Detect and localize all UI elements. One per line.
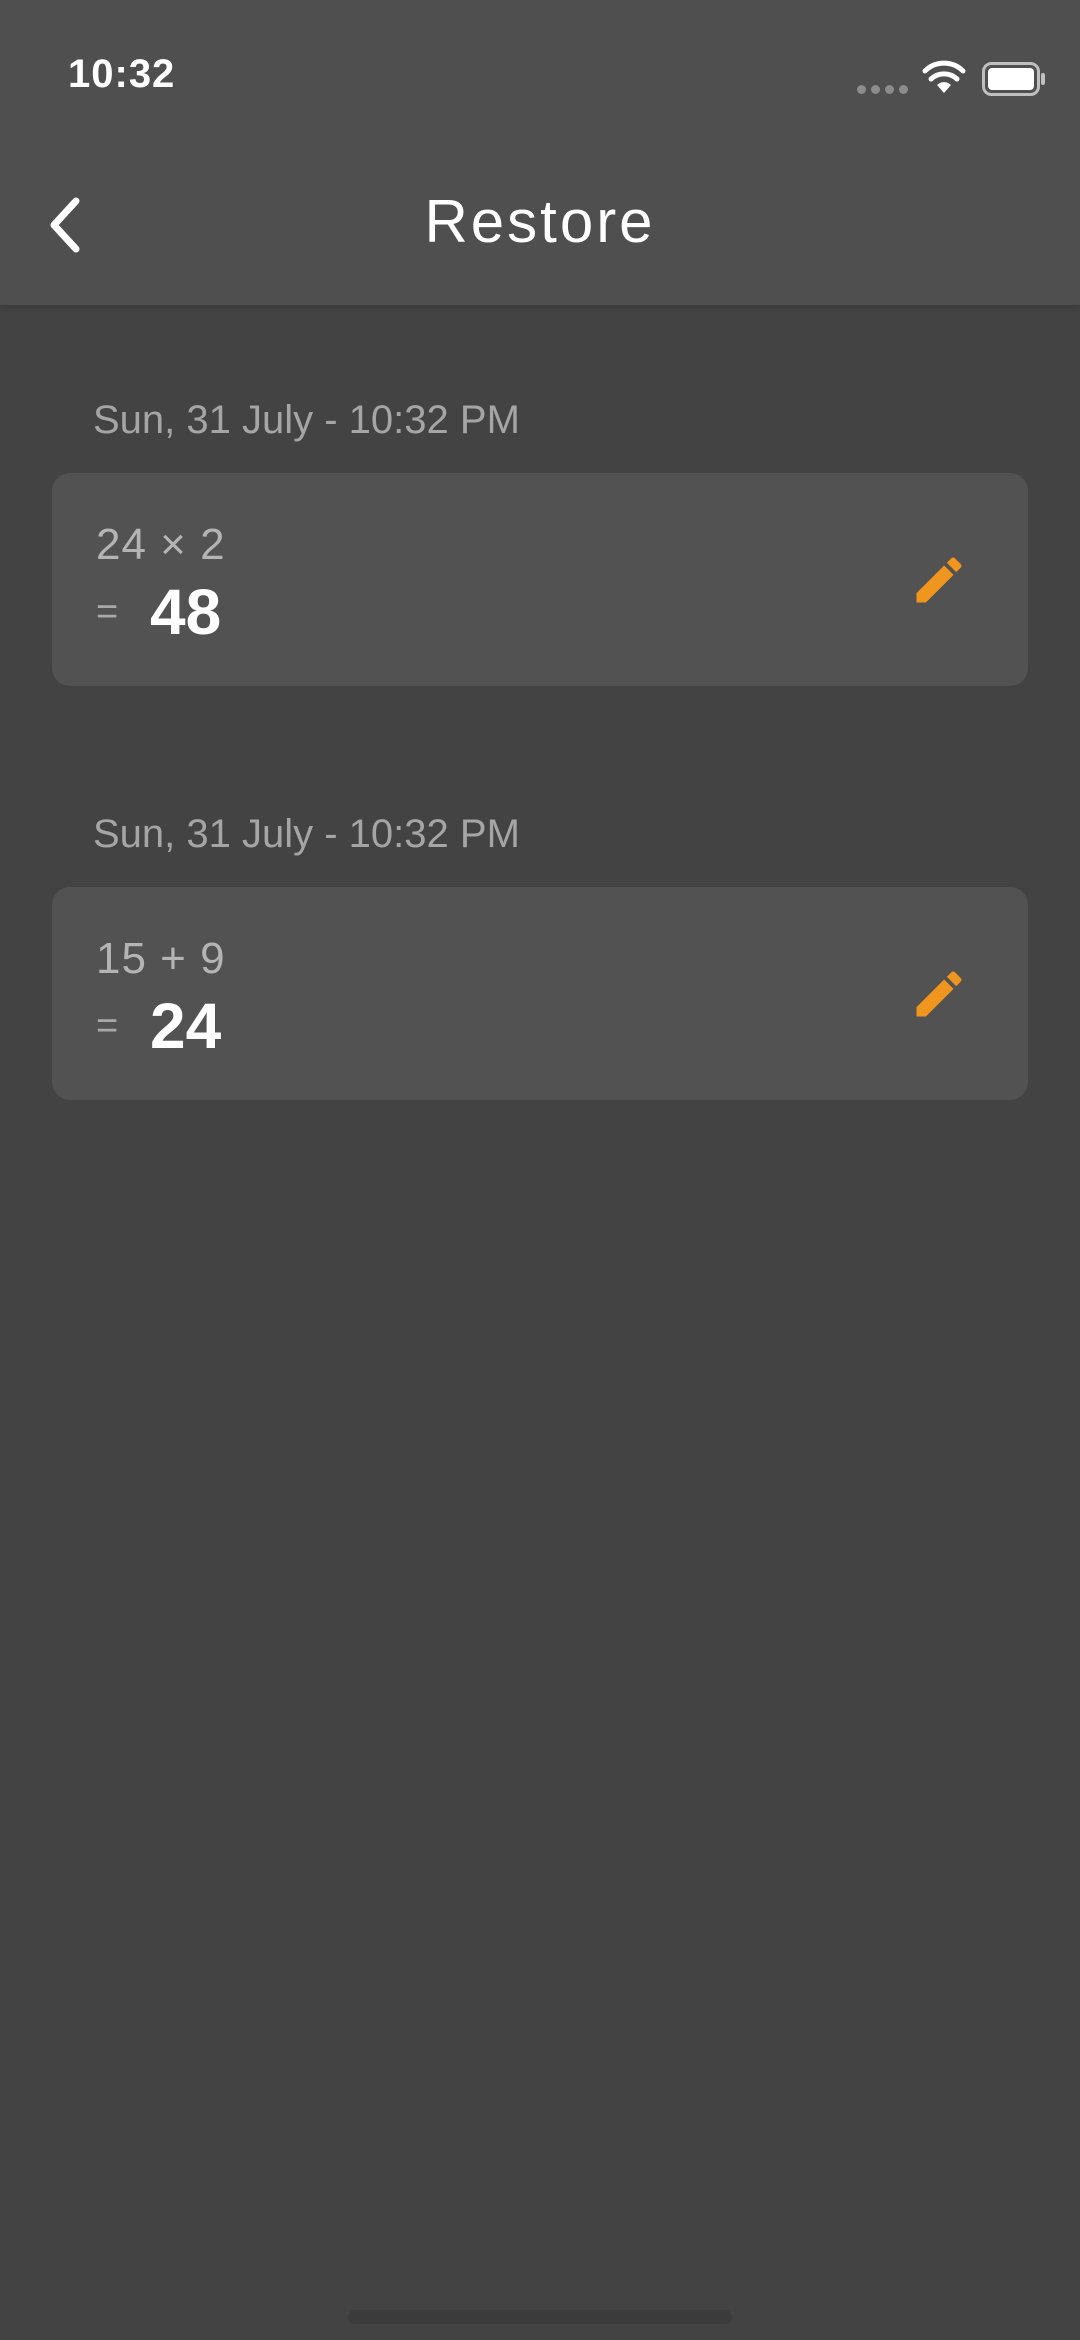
- edit-button[interactable]: [904, 959, 974, 1029]
- entry-expression: 15 + 9: [96, 934, 226, 983]
- battery-icon: [982, 62, 1045, 96]
- history-entry-card[interactable]: 24 × 2 = 48: [52, 473, 1028, 686]
- signal-dots-icon: [857, 85, 909, 95]
- page-title: Restore: [424, 188, 656, 255]
- status-time: 10:32: [68, 52, 176, 96]
- equals-sign: =: [96, 1005, 119, 1047]
- edit-button[interactable]: [904, 545, 974, 615]
- app-header: 10:32 Restore: [0, 0, 1080, 305]
- pencil-icon: [916, 971, 962, 1017]
- entry-expression: 24 × 2: [96, 520, 226, 569]
- history-entry-card[interactable]: 15 + 9 = 24: [52, 887, 1028, 1100]
- entry-result: 48: [150, 576, 222, 648]
- history-list: Sun, 31 July - 10:32 PM 24 × 2 = 48 Sun,…: [52, 390, 1028, 1218]
- home-indicator: [348, 2310, 732, 2324]
- entry-date: Sun, 31 July - 10:32 PM: [93, 398, 520, 442]
- entry-result: 24: [150, 990, 222, 1062]
- entry-date: Sun, 31 July - 10:32 PM: [93, 812, 520, 856]
- wifi-icon: [922, 60, 966, 93]
- pencil-icon: [916, 557, 962, 603]
- equals-sign: =: [96, 591, 119, 633]
